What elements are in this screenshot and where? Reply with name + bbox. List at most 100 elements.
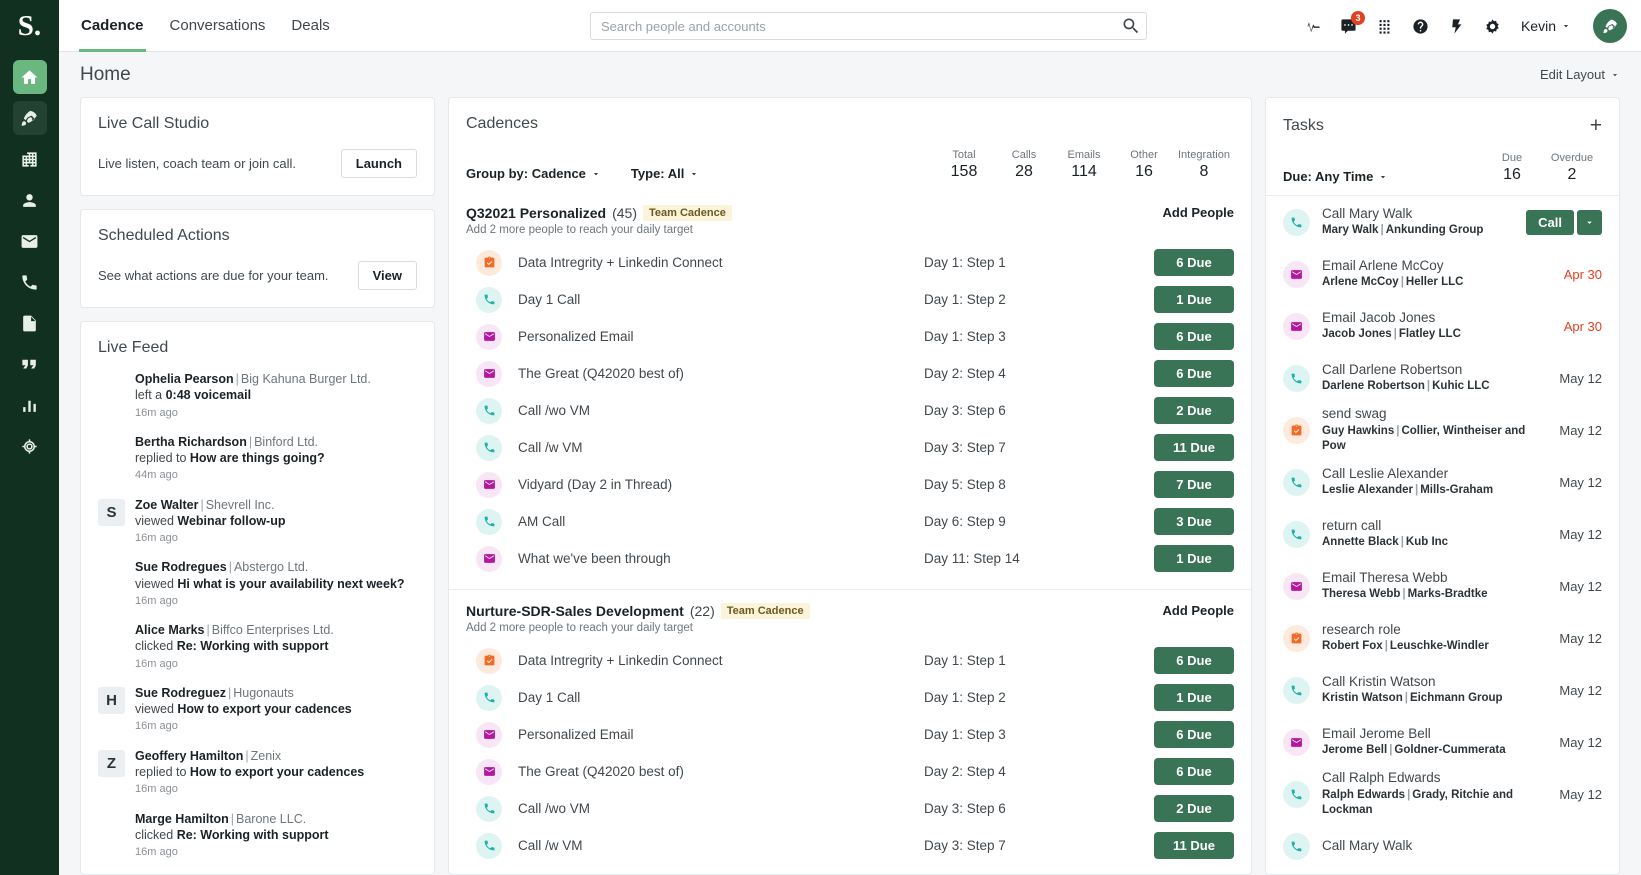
add-task-button[interactable]: + (1590, 115, 1602, 136)
task-row[interactable]: Call Mary Walk (1283, 820, 1602, 872)
lightning-icon[interactable] (1447, 16, 1467, 36)
group-by-filter[interactable]: Group by: Cadence (466, 166, 601, 181)
cadence-step-row[interactable]: Day 1 CallDay 1: Step 21 Due (466, 281, 1234, 318)
task-row[interactable]: Call Darlene RobertsonDarlene Robertson|… (1283, 352, 1602, 404)
task-row[interactable]: research roleRobert Fox|Leuschke-Windler… (1283, 612, 1602, 664)
step-due-badge[interactable]: 6 Due (1154, 758, 1234, 785)
nav-tab-conversations[interactable]: Conversations (168, 0, 268, 52)
task-row[interactable]: Email Theresa WebbTheresa Webb|Marks-Bra… (1283, 560, 1602, 612)
cadence-name[interactable]: Q32021 Personalized(45)Team Cadence (466, 205, 732, 221)
cadence-step-row[interactable]: Personalized EmailDay 1: Step 36 Due (466, 716, 1234, 753)
user-menu[interactable]: Kevin (1521, 18, 1571, 34)
cadence-step-row[interactable]: Data Intregrity + Linkedin ConnectDay 1:… (466, 244, 1234, 281)
feed-item-time: 16m ago (135, 594, 405, 608)
list-item[interactable]: Ophelia Pearson|Big Kahuna Burger Ltd.le… (98, 371, 417, 420)
rail-item-templates[interactable] (13, 306, 47, 340)
edit-layout-button[interactable]: Edit Layout (1540, 67, 1620, 82)
step-due-badge[interactable]: 11 Due (1154, 434, 1234, 461)
avatar: Z (98, 750, 125, 777)
cadence-step-row[interactable]: The Great (Q42020 best of)Day 2: Step 46… (466, 753, 1234, 790)
rail-item-calls[interactable] (13, 265, 47, 299)
envelope-icon (20, 232, 39, 251)
call-button[interactable]: Call (1526, 210, 1574, 235)
step-due-badge[interactable]: 6 Due (1154, 647, 1234, 674)
step-due-badge[interactable]: 6 Due (1154, 323, 1234, 350)
salesloft-logo[interactable]: S. (0, 0, 59, 52)
help-icon[interactable] (1411, 16, 1431, 36)
search-icon[interactable] (1121, 16, 1141, 36)
cadence-step-row[interactable]: What we've been throughDay 11: Step 141 … (466, 540, 1234, 577)
cadence-step-row[interactable]: Day 1 CallDay 1: Step 21 Due (466, 679, 1234, 716)
rail-item-analytics[interactable] (13, 388, 47, 422)
cadence-name[interactable]: Nurture-SDR-Sales Development(22)Team Ca… (466, 603, 810, 619)
add-people-button[interactable]: Add People (1162, 205, 1234, 220)
cadence-step-row[interactable]: Personalized EmailDay 1: Step 36 Due (466, 318, 1234, 355)
step-day: Day 11: Step 14 (924, 551, 1154, 566)
add-people-button[interactable]: Add People (1162, 603, 1234, 618)
type-filter[interactable]: Type: All (631, 166, 699, 181)
cadence-step-row[interactable]: Data Intregrity + Linkedin ConnectDay 1:… (466, 642, 1234, 679)
task-row[interactable]: Call Kristin WatsonKristin Watson|Eichma… (1283, 664, 1602, 716)
task-row[interactable]: return callAnnette Black|Kub IncMay 12 (1283, 508, 1602, 560)
cadence-step-row[interactable]: Vidyard (Day 2 in Thread)Day 5: Step 87 … (466, 466, 1234, 503)
chevron-down-icon (1584, 217, 1595, 228)
list-item[interactable]: Marge Hamilton|Barone LLC.clicked Re: Wo… (98, 811, 417, 860)
list-item[interactable]: HSue Rodreguez|Hugonautsviewed How to ex… (98, 685, 417, 734)
settings-gear-icon[interactable] (1483, 16, 1503, 36)
cadence-step-row[interactable]: Call /w VMDay 3: Step 711 Due (466, 827, 1234, 864)
task-row[interactable]: send swagGuy Hawkins|Collier, Wintheiser… (1283, 404, 1602, 456)
step-due-badge[interactable]: 7 Due (1154, 471, 1234, 498)
step-due-badge[interactable]: 1 Due (1154, 545, 1234, 572)
search-input[interactable] (590, 12, 1147, 40)
cadence-step-row[interactable]: Call /wo VMDay 3: Step 62 Due (466, 392, 1234, 429)
view-button[interactable]: View (358, 261, 417, 290)
due-filter[interactable]: Due: Any Time (1283, 169, 1388, 184)
rail-item-conversations[interactable] (13, 347, 47, 381)
task-row[interactable]: Call Mary WalkMary Walk|Ankunding GroupC… (1283, 196, 1602, 248)
task-row[interactable]: Email Arlene McCoyArlene McCoy|Heller LL… (1283, 248, 1602, 300)
step-due-badge[interactable]: 1 Due (1154, 684, 1234, 711)
rail-item-people[interactable] (13, 183, 47, 217)
step-due-badge[interactable]: 6 Due (1154, 249, 1234, 276)
cadence-steps: Data Intregrity + Linkedin ConnectDay 1:… (466, 244, 1234, 577)
task-row[interactable]: Call Ralph EdwardsRalph Edwards|Grady, R… (1283, 768, 1602, 820)
rail-item-accounts[interactable] (13, 142, 47, 176)
list-item[interactable]: SZoe Walter|Shevrell Inc.viewed Webinar … (98, 497, 417, 546)
task-row[interactable]: Call Leslie AlexanderLeslie Alexander|Mi… (1283, 456, 1602, 508)
step-due-badge[interactable]: 6 Due (1154, 721, 1234, 748)
nav-tab-deals[interactable]: Deals (289, 0, 331, 52)
user-avatar-rocket[interactable] (1593, 9, 1627, 43)
activity-pulse-icon[interactable] (1303, 16, 1323, 36)
step-due-badge[interactable]: 11 Due (1154, 832, 1234, 859)
list-item[interactable]: Bertha Richardson|Binford Ltd.replied to… (98, 434, 417, 483)
dialer-keypad-icon[interactable] (1375, 16, 1395, 36)
step-due-badge[interactable]: 2 Due (1154, 795, 1234, 822)
task-row[interactable]: Email Jerome BellJerome Bell|Goldner-Cum… (1283, 716, 1602, 768)
call-dropdown-button[interactable] (1577, 210, 1602, 235)
chevron-down-icon (1561, 21, 1571, 31)
rail-item-home[interactable] (13, 60, 47, 94)
step-due-badge[interactable]: 2 Due (1154, 397, 1234, 424)
tasks-title: Tasks (1283, 117, 1324, 135)
task-subject: Jacob Jones|Flatley LLC (1322, 327, 1556, 342)
rail-item-emails[interactable] (13, 224, 47, 258)
cadence-step-row[interactable]: Call /w VMDay 3: Step 711 Due (466, 429, 1234, 466)
list-item[interactable]: Sue Rodregues|Abstergo Ltd.viewed Hi wha… (98, 559, 417, 608)
list-item[interactable]: ZGeoffery Hamilton|Zenixreplied to How t… (98, 748, 417, 797)
task-row[interactable]: Email Jacob JonesJacob Jones|Flatley LLC… (1283, 300, 1602, 352)
cadence-step-row[interactable]: Call /wo VMDay 3: Step 62 Due (466, 790, 1234, 827)
messages-icon[interactable]: 3 (1339, 16, 1359, 36)
rail-item-targets[interactable] (13, 429, 47, 463)
step-due-badge[interactable]: 3 Due (1154, 508, 1234, 535)
task-text: Email Theresa WebbTheresa Webb|Marks-Bra… (1322, 570, 1551, 603)
cadence-step-row[interactable]: AM CallDay 6: Step 93 Due (466, 503, 1234, 540)
live-feed-card: Live Feed Ophelia Pearson|Big Kahuna Bur… (80, 321, 435, 875)
list-item[interactable]: Alice Marks|Biffco Enterprises Ltd.click… (98, 622, 417, 671)
step-due-badge[interactable]: 1 Due (1154, 286, 1234, 313)
nav-tab-cadence[interactable]: Cadence (79, 0, 146, 52)
launch-button[interactable]: Launch (341, 149, 417, 178)
cadence-step-row[interactable]: The Great (Q42020 best of)Day 2: Step 46… (466, 355, 1234, 392)
step-due-badge[interactable]: 6 Due (1154, 360, 1234, 387)
rail-item-cadences[interactable] (13, 101, 47, 135)
list-item[interactable]: Marge Hamilton|Acme Co (98, 873, 417, 874)
